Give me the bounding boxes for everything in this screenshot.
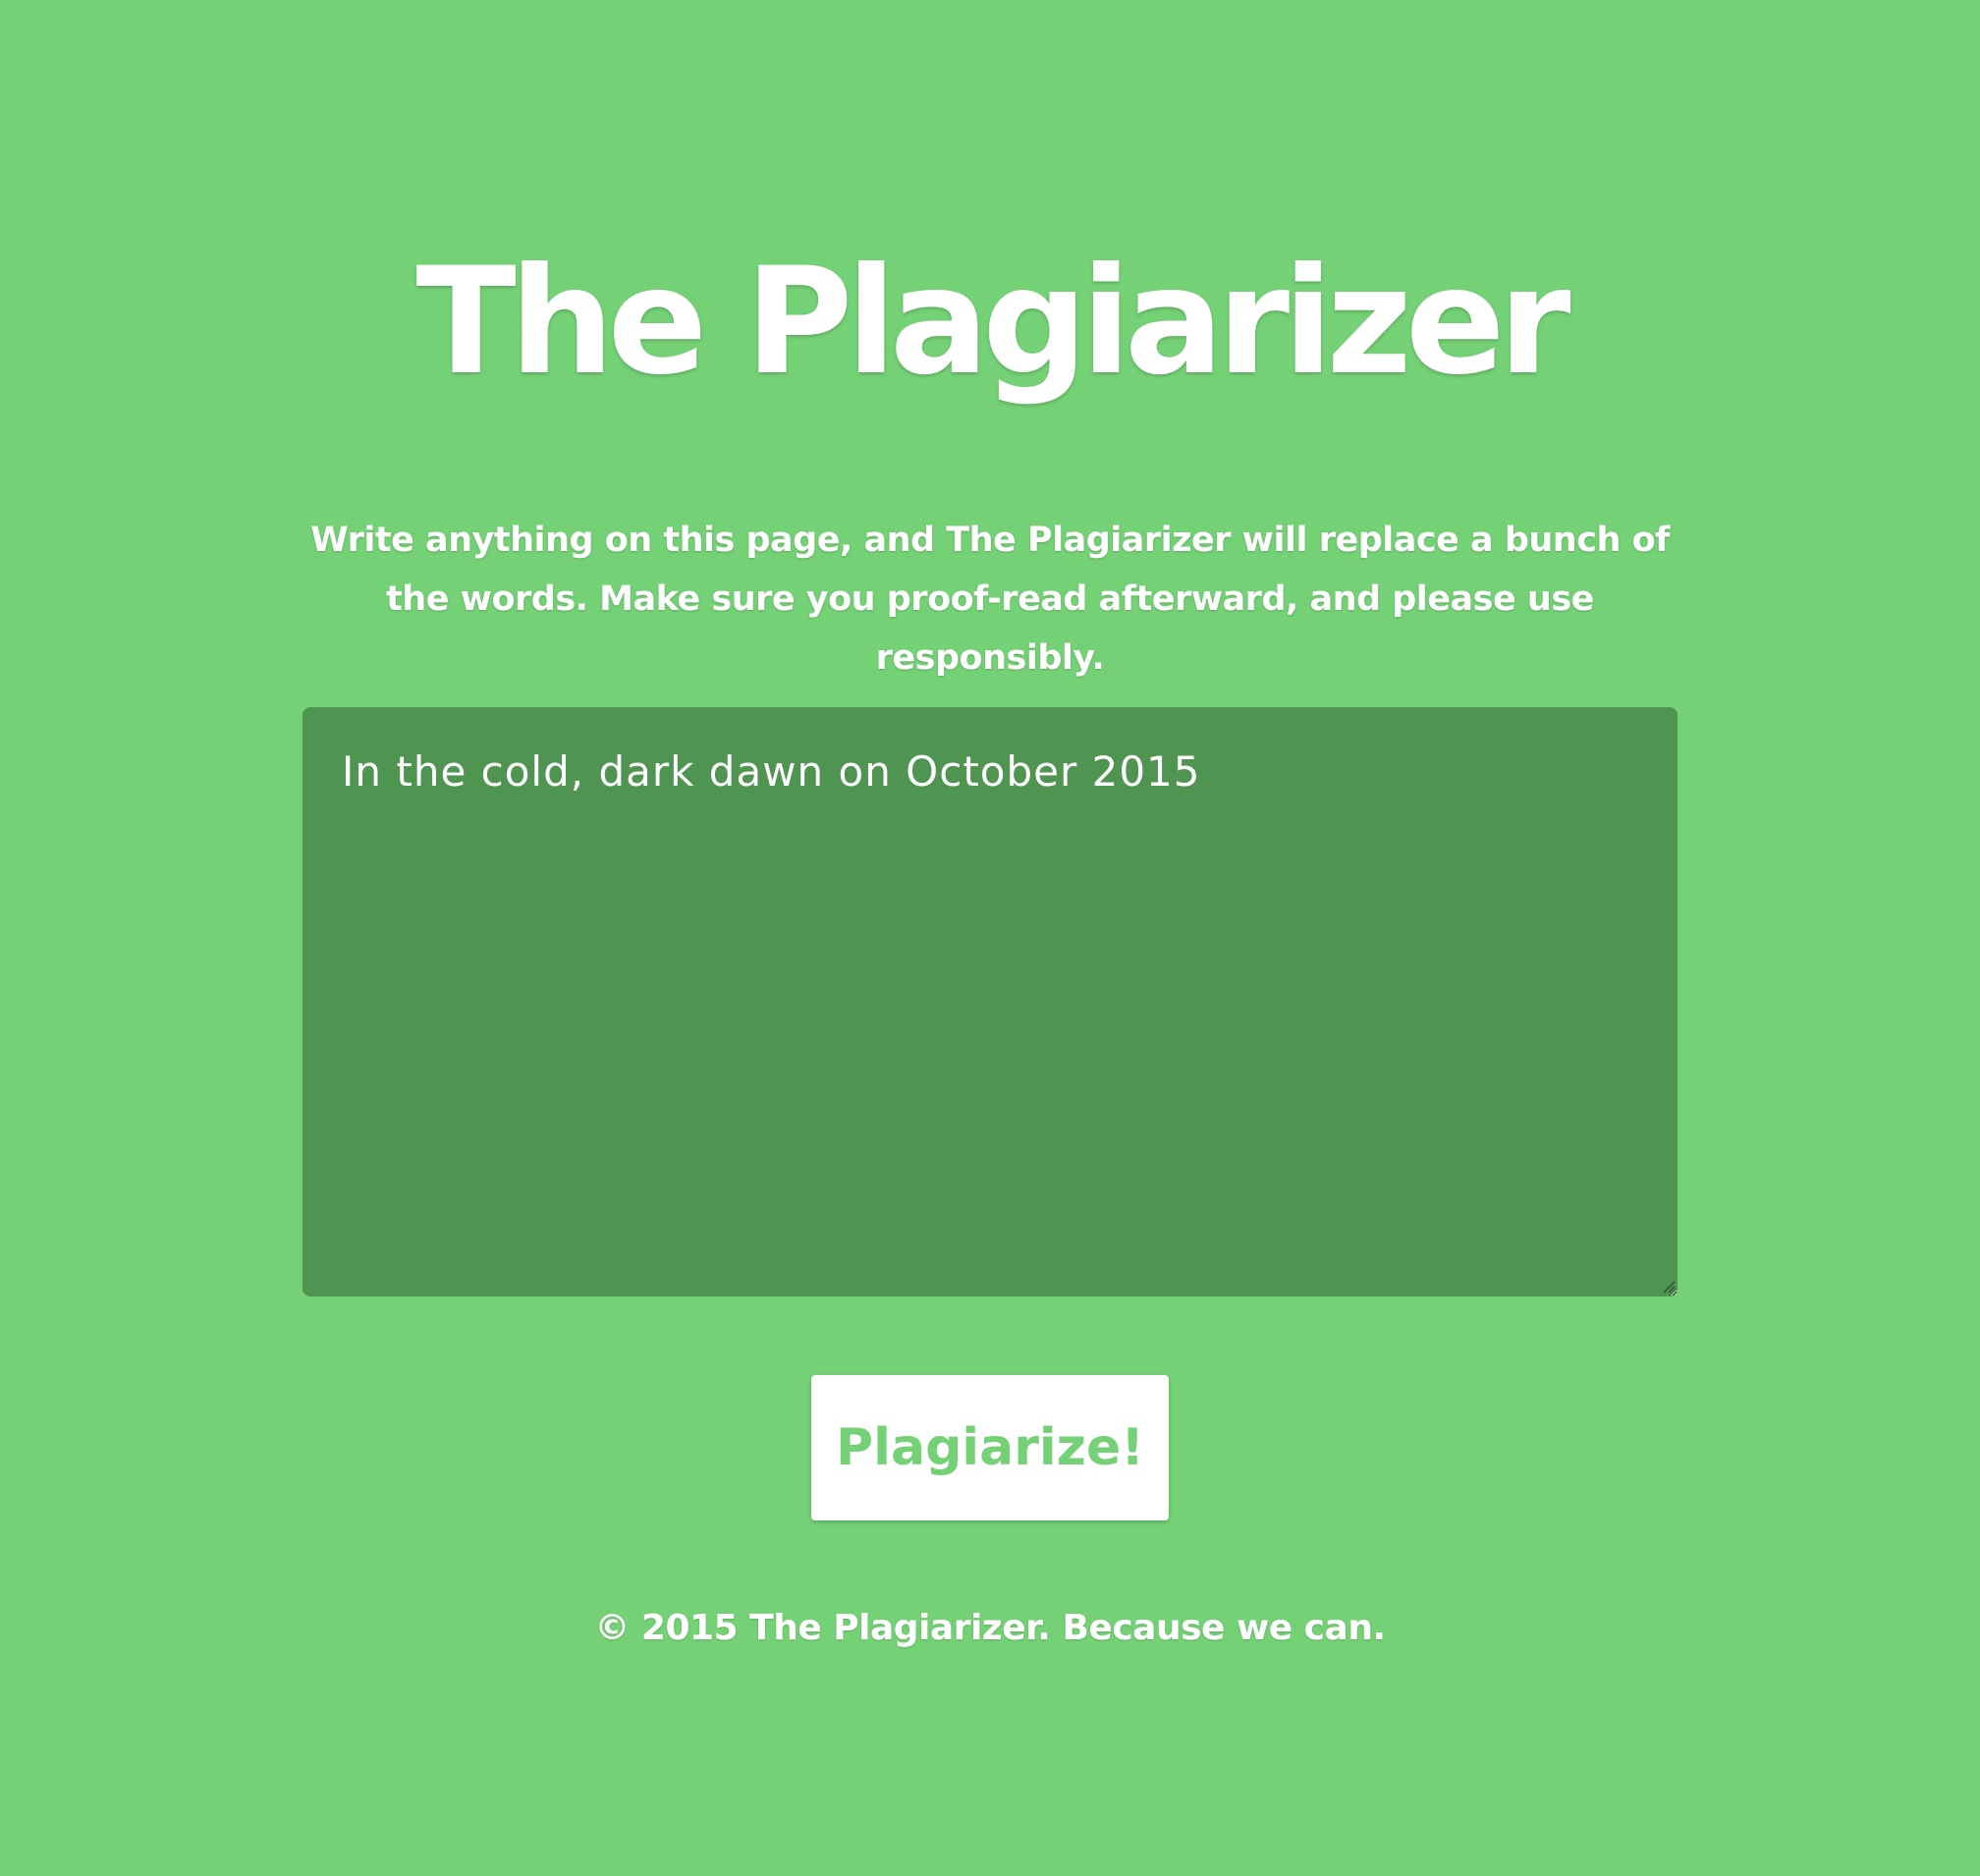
plagiarize-button[interactable]: Plagiarize! xyxy=(811,1375,1169,1520)
text-input-area[interactable]: In the cold, dark dawn on October 2015 xyxy=(302,707,1678,1297)
page-title: The Plagiarizer xyxy=(415,237,1570,408)
footer-copyright: © 2015 The Plagiarizer. Because we can. xyxy=(594,1608,1386,1648)
page-description: Write anything on this page, and The Pla… xyxy=(310,521,1670,678)
page-container: The Plagiarizer Write anything on this p… xyxy=(0,0,1980,1876)
